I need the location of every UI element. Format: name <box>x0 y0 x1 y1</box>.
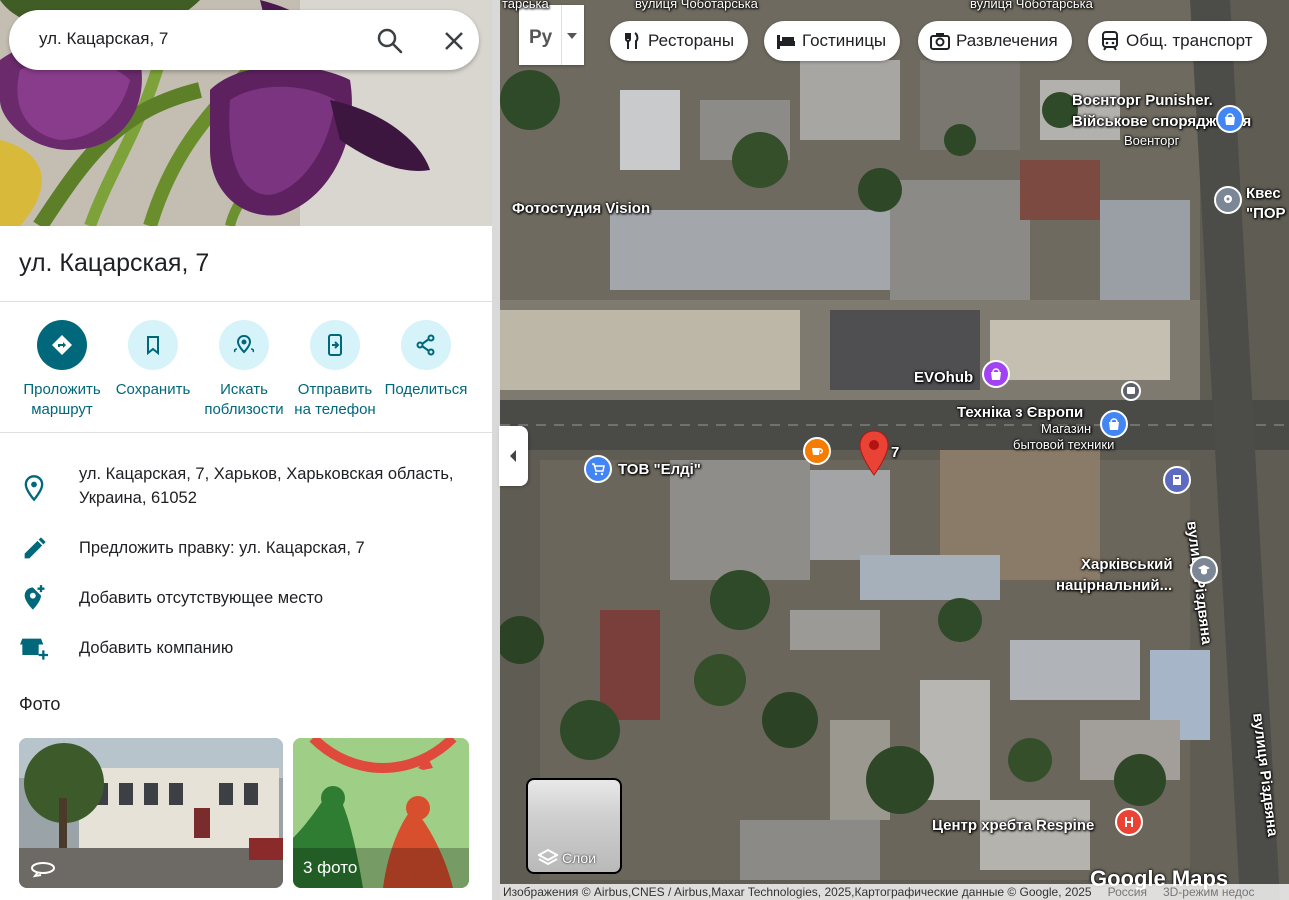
place-label-evohub[interactable]: EVOhub <box>914 369 973 386</box>
location-pin-marker[interactable] <box>858 430 890 476</box>
save-button[interactable]: Сохранить <box>106 320 200 400</box>
hotel-icon <box>777 35 795 49</box>
chip-hotels-label: Гостиницы <box>802 31 887 50</box>
school-poi-icon[interactable] <box>1190 556 1218 584</box>
add-location-icon <box>20 584 48 617</box>
pencil-icon <box>20 535 48 568</box>
cart-poi-icon[interactable] <box>584 455 612 483</box>
add-business-icon <box>20 634 48 667</box>
nearby-icon <box>219 320 269 370</box>
hospital-poi-icon[interactable] <box>1115 808 1143 836</box>
search-icon[interactable] <box>374 25 406 57</box>
attribution-bar: Изображения © Airbus,CNES / Airbus,Maxar… <box>500 884 1289 900</box>
close-icon[interactable] <box>438 25 470 57</box>
share-label: Поделиться <box>384 381 468 398</box>
send-to-phone-button[interactable]: Отправить на телефон <box>288 320 382 420</box>
3d-mode-label[interactable]: 3D-режим недос <box>1163 885 1255 899</box>
add-business-text: Добавить компанию <box>79 639 234 657</box>
shopping-poi-icon[interactable] <box>982 360 1010 388</box>
shopping-poi-icon[interactable] <box>1216 105 1244 133</box>
address-text: ул. Кацарская, 7, Харьков, Харьковская о… <box>79 465 454 507</box>
transit-stop-icon[interactable] <box>1121 381 1141 401</box>
attribution-text[interactable]: Изображения © Airbus,CNES / Airbus,Maxar… <box>503 885 1092 899</box>
share-icon <box>401 320 451 370</box>
layers-button[interactable]: Слои <box>526 778 622 874</box>
share-button[interactable]: Поделиться <box>379 320 473 400</box>
suggest-edit-text: Предложить правку: ул. Кацарская, 7 <box>79 539 365 557</box>
chevron-left-icon <box>510 450 516 462</box>
pin-number-label: 7 <box>891 444 900 461</box>
place-label-tekhnika-sub: бытовой техники <box>1013 437 1115 452</box>
send-to-phone-icon <box>310 320 360 370</box>
bookmark-icon <box>128 320 178 370</box>
send-to-phone-label: Отправить на телефон <box>294 381 376 418</box>
chip-restaurants-label: Рестораны <box>648 31 735 50</box>
search-input[interactable]: ул. Кацарская, 7 <box>39 29 168 49</box>
directions-button[interactable]: Проложить маршрут <box>15 320 109 420</box>
attraction-poi-icon[interactable] <box>1214 186 1242 214</box>
country-label[interactable]: Россия <box>1108 885 1147 899</box>
language-label: Ру <box>529 27 553 48</box>
building-poi-icon[interactable] <box>1163 466 1191 494</box>
nearby-label: Искать поблизости <box>204 381 284 418</box>
directions-icon <box>37 320 87 370</box>
location-pin-icon <box>20 474 48 507</box>
camera-icon <box>930 33 950 50</box>
street-label: вулиця Чоботарська <box>635 0 758 11</box>
language-button[interactable]: Ру <box>519 5 584 65</box>
add-missing-place-text: Добавить отсутствующее место <box>79 589 324 607</box>
separator <box>561 5 562 65</box>
street-view-photo[interactable] <box>19 738 283 888</box>
place-label-kharkiv-sub: націрнальний... <box>1056 577 1173 594</box>
restaurant-icon <box>625 32 639 49</box>
chip-entertainment-label: Развлечения <box>956 31 1058 50</box>
chip-hotels[interactable]: Гостиницы <box>764 21 901 61</box>
place-label-respine[interactable]: Центр хребта Respine <box>932 817 1094 834</box>
place-label-eldi[interactable]: ТОВ "Елді" <box>618 461 701 478</box>
nearby-button[interactable]: Искать поблизости <box>197 320 291 420</box>
cafe-poi-icon[interactable] <box>803 437 831 465</box>
place-label-quest[interactable]: Квес <box>1246 185 1281 202</box>
chip-transit-label: Общ. транспорт <box>1126 31 1253 50</box>
place-label-tekhnika-sub: Магазин <box>1041 421 1092 436</box>
photo-count-label: 3 фото <box>303 858 358 877</box>
photos-heading: Фото <box>19 694 61 714</box>
side-panel: ул. Кацарская, 7 ул. Кацарская, 7 Пролож… <box>0 0 492 900</box>
divider <box>0 432 492 433</box>
layers-icon <box>538 849 558 866</box>
place-label-kharkiv[interactable]: Харківський <box>1081 556 1173 573</box>
place-label-quest-sub: "ПОР <box>1246 205 1286 222</box>
chip-restaurants[interactable]: Рестораны <box>610 21 749 61</box>
chevron-down-icon[interactable] <box>567 33 577 39</box>
layers-label: Слои <box>562 850 597 866</box>
photo-thumbnail[interactable]: 3 фото <box>293 738 469 888</box>
place-label-voentorg[interactable]: Воєнторг Punisher. <box>1072 92 1213 109</box>
directions-label: Проложить маршрут <box>23 381 101 418</box>
transit-icon <box>1102 31 1118 51</box>
place-label-voentorg-sub: Военторг <box>1124 133 1180 148</box>
chip-transit[interactable]: Общ. транспорт <box>1088 21 1267 61</box>
shopping-poi-icon[interactable] <box>1100 410 1128 438</box>
divider <box>0 301 492 302</box>
save-label: Сохранить <box>115 381 191 398</box>
collapse-panel-button[interactable] <box>499 426 528 486</box>
street-label: вулиця Чоботарська <box>970 0 1093 11</box>
chip-entertainment[interactable]: Развлечения <box>918 21 1072 61</box>
search-box[interactable]: ул. Кацарская, 7 <box>9 10 479 70</box>
place-label-photostudio[interactable]: Фотостудия Vision <box>512 200 650 217</box>
place-title: ул. Кацарская, 7 <box>19 249 210 277</box>
street-view-icon <box>29 858 57 883</box>
satellite-map[interactable]: Ру Рестораны Гостиницы Развлечения Общ. … <box>500 0 1289 900</box>
place-label-tekhnika[interactable]: Техніка з Європи <box>957 404 1083 421</box>
street-label: тарська <box>502 0 549 11</box>
